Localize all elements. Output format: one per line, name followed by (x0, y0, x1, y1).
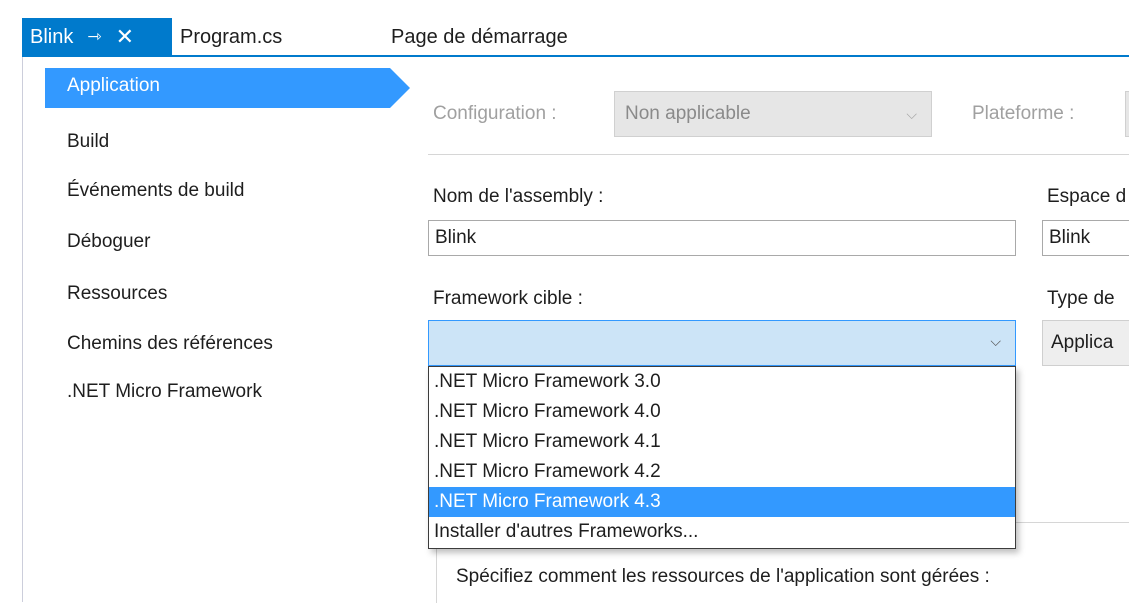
platform-select (1125, 91, 1129, 137)
framework-option[interactable]: .NET Micro Framework 4.3 (429, 487, 1015, 517)
divider (428, 154, 1129, 155)
platform-label: Plateforme : (972, 103, 1075, 124)
tab-start-page[interactable]: Page de démarrage (391, 18, 568, 56)
nav-item-micro-framework[interactable]: .NET Micro Framework (67, 381, 262, 403)
nav-item-reference-paths[interactable]: Chemins des références (67, 333, 273, 355)
nav-item-resources[interactable]: Ressources (67, 283, 167, 305)
resources-description: Spécifiez comment les ressources de l'ap… (456, 566, 990, 587)
nav-item-debug[interactable]: Déboguer (67, 231, 150, 253)
target-framework-label: Framework cible : (433, 288, 583, 309)
chevron-down-icon[interactable]: ⌵ (990, 333, 1001, 350)
install-frameworks-option[interactable]: Installer d'autres Frameworks... (429, 517, 1015, 547)
nav-item-build-events[interactable]: Événements de build (67, 180, 244, 202)
chevron-down-icon: ⌵ (906, 106, 917, 122)
nav-item-build[interactable]: Build (67, 131, 109, 153)
assembly-name-input[interactable]: Blink (428, 220, 1016, 256)
target-framework-select[interactable]: ⌵ (428, 320, 1016, 366)
output-type-select[interactable]: Applica (1042, 320, 1129, 366)
output-type-label: Type de (1047, 288, 1115, 309)
tab-blink[interactable]: Blink ⇾ ✕ (22, 18, 172, 56)
tab-blink-label: Blink (30, 25, 74, 48)
namespace-label: Espace d (1047, 186, 1127, 207)
namespace-input[interactable]: Blink (1042, 220, 1129, 256)
configuration-value: Non applicable (625, 103, 751, 124)
framework-option[interactable]: .NET Micro Framework 3.0 (429, 367, 1015, 397)
framework-option[interactable]: .NET Micro Framework 4.0 (429, 397, 1015, 427)
pin-icon[interactable]: ⇾ (87, 27, 101, 47)
property-nav: Application Build Événements de build Dé… (22, 57, 413, 602)
close-icon[interactable]: ✕ (116, 26, 134, 48)
nav-item-application[interactable]: Application (45, 68, 410, 108)
document-tab-bar: Blink ⇾ ✕ Program.cs Page de démarrage (0, 0, 1129, 57)
configuration-label: Configuration : (433, 103, 557, 124)
configuration-select: Non applicable ⌵ (614, 91, 932, 137)
framework-option[interactable]: .NET Micro Framework 4.2 (429, 457, 1015, 487)
tab-program-cs[interactable]: Program.cs (180, 18, 282, 56)
assembly-name-label: Nom de l'assembly : (433, 186, 604, 207)
framework-option[interactable]: .NET Micro Framework 4.1 (429, 427, 1015, 457)
target-framework-dropdown: .NET Micro Framework 3.0 .NET Micro Fram… (428, 366, 1016, 549)
